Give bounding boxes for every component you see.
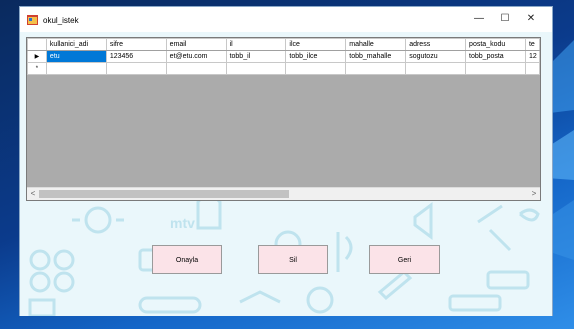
mtv-logo: mtv — [170, 215, 195, 231]
approve-button[interactable]: Onayla — [152, 245, 222, 274]
column-header[interactable]: il — [225, 38, 287, 51]
grid-cell[interactable] — [465, 62, 526, 75]
column-header[interactable]: adress — [405, 38, 467, 51]
grid-cell[interactable] — [345, 62, 407, 75]
grid-cell[interactable] — [165, 62, 227, 75]
column-header[interactable]: mahalle — [345, 38, 407, 51]
data-grid[interactable]: kullanici_adi sifre email il ilce mahall… — [26, 37, 541, 201]
window-title: okul_istek — [43, 16, 79, 25]
grid-corner-cell[interactable] — [27, 38, 47, 51]
app-window: okul_istek — ☐ ✕ mtv kullanici_adi sifre… — [19, 6, 553, 316]
column-header[interactable]: sifre — [105, 38, 167, 51]
scrollbar-thumb[interactable] — [39, 190, 289, 198]
app-form-icon — [27, 15, 38, 25]
grid-cell-email[interactable]: et@etu.com — [165, 50, 227, 63]
grid-cell-kullanici-adi[interactable]: etu — [45, 50, 107, 63]
scroll-right-button[interactable]: > — [528, 188, 540, 200]
table-row-new[interactable]: * — [27, 62, 540, 75]
column-header[interactable]: te — [524, 38, 540, 51]
grid-cell[interactable] — [285, 62, 347, 75]
grid-cell[interactable] — [105, 62, 167, 75]
grid-cell[interactable] — [45, 62, 107, 75]
grid-cell-posta-kodu[interactable]: tobb_posta — [465, 50, 526, 63]
row-current-indicator[interactable]: ▶ — [27, 50, 47, 63]
grid-cell[interactable] — [405, 62, 467, 75]
grid-cell-mahalle[interactable]: tobb_mahalle — [345, 50, 407, 63]
grid-cell[interactable] — [524, 62, 540, 75]
maximize-button[interactable]: ☐ — [493, 11, 517, 27]
column-header[interactable]: ilce — [285, 38, 347, 51]
grid-cell[interactable] — [225, 62, 287, 75]
back-button[interactable]: Geri — [369, 245, 440, 274]
grid-cell-sifre[interactable]: 123456 — [105, 50, 167, 63]
row-new-indicator[interactable]: * — [27, 62, 47, 75]
grid-cell-adress[interactable]: sogutozu — [405, 50, 467, 63]
grid-cell-ilce[interactable]: tobb_ilce — [285, 50, 347, 63]
horizontal-scrollbar[interactable]: < > — [27, 187, 540, 200]
scroll-left-button[interactable]: < — [27, 188, 39, 200]
delete-button[interactable]: Sil — [258, 245, 328, 274]
close-button[interactable]: ✕ — [519, 11, 543, 27]
minimize-button[interactable]: — — [467, 11, 491, 27]
column-header[interactable]: posta_kodu — [465, 38, 526, 51]
grid-header-row: kullanici_adi sifre email il ilce mahall… — [27, 38, 540, 51]
grid-table: kullanici_adi sifre email il ilce mahall… — [27, 38, 540, 75]
table-row[interactable]: ▶ etu 123456 et@etu.com tobb_il tobb_ilc… — [27, 50, 540, 63]
title-bar[interactable]: okul_istek — ☐ ✕ — [20, 7, 552, 32]
grid-cell-il[interactable]: tobb_il — [225, 50, 287, 63]
column-header[interactable]: kullanici_adi — [45, 38, 107, 51]
grid-cell-te[interactable]: 12 — [524, 50, 540, 63]
form-client-area: mtv kullanici_adi sifre email il ilce ma… — [20, 32, 552, 316]
column-header[interactable]: email — [165, 38, 227, 51]
